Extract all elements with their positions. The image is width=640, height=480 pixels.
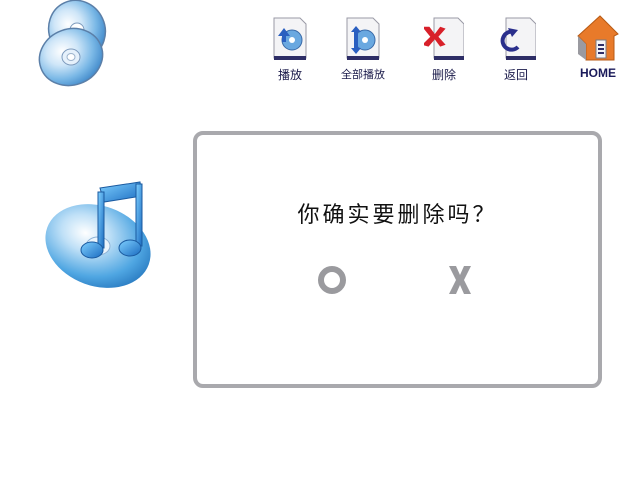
home-button[interactable]: HOME bbox=[568, 14, 628, 86]
delete-button[interactable]: 删除 bbox=[414, 14, 474, 86]
home-label: HOME bbox=[580, 66, 616, 80]
cd-logo-icon bbox=[38, 0, 107, 87]
play-all-label: 全部播放 bbox=[341, 68, 385, 81]
back-button[interactable]: 返回 bbox=[486, 14, 546, 86]
music-disc-icon bbox=[45, 181, 151, 288]
back-label: 返回 bbox=[503, 68, 528, 82]
delete-icon bbox=[424, 17, 464, 60]
play-all-button[interactable]: 全部播放 bbox=[333, 14, 393, 86]
play-button[interactable]: 播放 bbox=[260, 14, 320, 86]
home-icon bbox=[577, 15, 619, 61]
delete-label: 删除 bbox=[431, 68, 456, 82]
play-all-icon bbox=[346, 17, 380, 60]
confirm-dialog: 你确实要删除吗？ bbox=[193, 131, 602, 388]
play-label: 播放 bbox=[277, 68, 302, 82]
dialog-message: 你确实要删除吗？ bbox=[297, 203, 498, 228]
back-arrow-icon bbox=[500, 17, 536, 60]
play-icon bbox=[273, 17, 307, 60]
confirm-circle-icon[interactable] bbox=[315, 263, 349, 297]
cancel-x-icon[interactable] bbox=[443, 263, 477, 297]
